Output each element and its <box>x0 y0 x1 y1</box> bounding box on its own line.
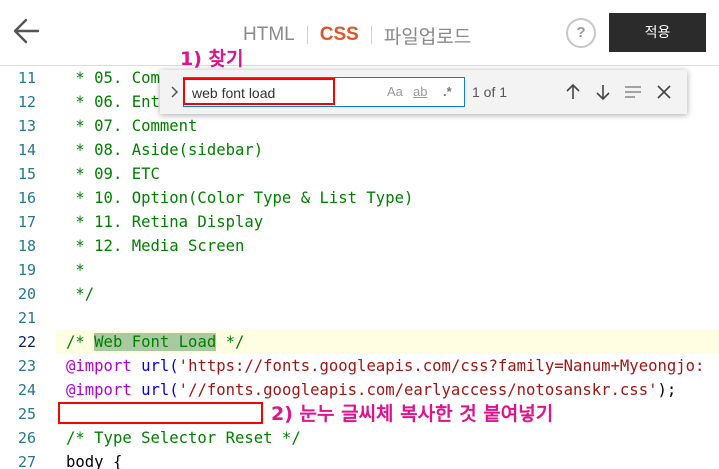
code-line-web-font-comment: /* Web Font Load */ <box>66 330 244 354</box>
line-number: 20 <box>17 285 36 303</box>
chevron-right-icon[interactable] <box>167 82 183 102</box>
line-number-gutter: 11 12 13 14 15 16 17 18 19 20 21 22 23 2… <box>0 66 56 469</box>
import-keyword: @import <box>66 381 132 399</box>
line-number: 21 <box>17 309 36 327</box>
code-line: * 11. Retina Display <box>66 213 264 231</box>
editor-tabs: HTML CSS 파일업로드 <box>243 20 471 50</box>
line-number-current: 22 <box>17 333 36 351</box>
line-number: 24 <box>17 381 36 399</box>
line-number: 12 <box>17 93 36 111</box>
paste-target-highlight-box <box>58 402 263 424</box>
line-number: 23 <box>17 357 36 375</box>
tab-divider <box>370 26 372 44</box>
code-line: body { <box>66 453 123 469</box>
line-number: 27 <box>17 453 36 469</box>
annotation-step-2: 2) 눈누 글씨체 복사한 것 붙여넣기 <box>271 403 554 425</box>
code-line: * 10. Option(Color Type & List Type) <box>66 189 414 207</box>
match-count: 1 of 1 <box>472 84 508 100</box>
line-number: 11 <box>17 69 36 87</box>
line-number: 25 <box>17 405 36 423</box>
import-url-string: https://fonts.googleapis.com/css?family=… <box>188 357 705 375</box>
comment-open: /* <box>66 333 95 351</box>
tab-html[interactable]: HTML <box>243 24 295 46</box>
code-line: * 09. ETC <box>66 165 160 183</box>
code-line: /* Type Selector Reset */ <box>66 429 301 447</box>
url-function: url( <box>131 357 179 375</box>
tab-file-upload[interactable]: 파일업로드 <box>384 22 471 49</box>
comment-close: */ <box>216 333 245 351</box>
line-number: 18 <box>17 237 36 255</box>
code-line: */ <box>66 285 95 303</box>
code-line-import-1: @import url('https://fonts.googleapis.co… <box>66 354 704 378</box>
close-icon[interactable] <box>653 81 675 103</box>
code-line: * 07. Comment <box>66 117 198 135</box>
import-url-string: //fonts.googleapis.com/earlyaccess/notos… <box>188 381 649 399</box>
search-match-highlight: Web Font Load <box>94 333 217 351</box>
quote: ' <box>178 357 189 375</box>
arrow-up-icon[interactable] <box>562 81 584 103</box>
line-number: 14 <box>17 141 36 159</box>
line-number: 26 <box>17 429 36 447</box>
code-line: * 12. Media Screen <box>66 237 245 255</box>
line-number: 15 <box>17 165 36 183</box>
annotation-step-1: 1) 찾기 <box>180 48 244 70</box>
regex-option[interactable]: .* <box>443 84 452 102</box>
back-arrow-icon[interactable] <box>10 14 44 48</box>
line-number: 19 <box>17 261 36 279</box>
selection-icon[interactable] <box>622 81 644 103</box>
top-bar: HTML CSS 파일업로드 ? 적용 <box>0 0 719 66</box>
code-line: * 08. Aside(sidebar) <box>66 141 264 159</box>
apply-button[interactable]: 적용 <box>609 13 706 52</box>
quote: ' <box>178 381 189 399</box>
line-number: 16 <box>17 189 36 207</box>
match-case-option[interactable]: Aa <box>387 84 403 102</box>
statement-end: ); <box>657 381 677 399</box>
line-number: 13 <box>17 117 36 135</box>
url-function: url( <box>131 381 179 399</box>
whole-word-option[interactable]: ab <box>413 84 427 102</box>
code-editor[interactable]: 11 12 13 14 15 16 17 18 19 20 21 22 23 2… <box>0 66 719 469</box>
arrow-down-icon[interactable] <box>592 81 614 103</box>
tab-css[interactable]: CSS <box>320 24 359 46</box>
code-line: * <box>66 261 85 279</box>
find-input-highlight-box <box>183 78 335 105</box>
help-button[interactable]: ? <box>566 18 596 48</box>
line-number: 17 <box>17 213 36 231</box>
tab-divider <box>306 26 308 44</box>
import-keyword: @import <box>66 357 132 375</box>
